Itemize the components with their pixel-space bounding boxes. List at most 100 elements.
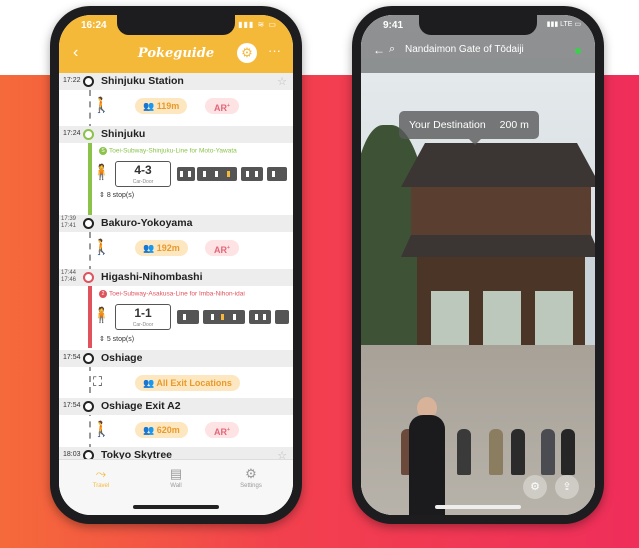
ar-button[interactable]: AR+ (205, 98, 239, 114)
back-arrow-icon[interactable]: ← (373, 43, 385, 57)
arrival-time: 17:39 (61, 216, 77, 222)
walk-icon: 🚶 (92, 97, 111, 114)
board-icon: 🧍 (92, 164, 111, 181)
station-time: 18:03 (63, 451, 81, 458)
phone-right: 9:41 ▮▮▮ LTE ▭ ← ⌕ Nandaimon Gate of Tōd… (352, 6, 604, 524)
station-row[interactable]: 17:44 17:46 Higashi-Nihombashi (59, 269, 293, 286)
tab-settings[interactable]: ⚙ Settings (221, 466, 281, 489)
station-time: 17:54 (63, 402, 81, 409)
station-dot-icon (83, 129, 94, 140)
line-name[interactable]: 2 Toei-Subway-Asakusa-Line for Imba-Nihon… (99, 290, 289, 298)
line-label: Toei-Subway-Asakusa-Line for Imba-Nihon-… (109, 290, 245, 298)
train-car (241, 167, 263, 181)
signal-icon: ▮▮▮ ≋ ▭ (238, 20, 277, 29)
stops-count[interactable]: ⇕ 5 stop(s) (99, 335, 134, 343)
status-time: 9:41 (383, 20, 404, 31)
walk-distance-pill[interactable]: 👥 192m (135, 240, 188, 256)
line-badge-icon: 2 (99, 290, 107, 298)
line-badge-icon: S (99, 147, 107, 155)
walk-distance-pill[interactable]: 👥 119m (135, 98, 188, 114)
station-dot-icon (83, 76, 94, 87)
line-name[interactable]: S Toei-Subway-Shinjuku-Line for Moto-Yawa… (99, 147, 289, 155)
line-label: Toei-Subway-Shinjuku-Line for Moto-Yawat… (109, 147, 237, 155)
exit-locations-label: All Exit Locations (156, 378, 232, 388)
walk-distance: 192m (156, 243, 180, 253)
train-car (275, 310, 289, 324)
person (489, 429, 503, 475)
destination-text: Your Destination (409, 119, 486, 131)
walk-distance-pill[interactable]: 👥 620m (135, 422, 188, 438)
search-icon: ⌕ (389, 43, 396, 55)
stairs-icon: ⛶ (93, 374, 103, 389)
walk-icon: 🚶 (92, 421, 111, 438)
settings-gear-icon[interactable]: ⚙ (237, 43, 257, 63)
station-row[interactable]: 17:39 17:41 Bakuro-Yokoyama (59, 215, 293, 232)
train-diagram (175, 165, 293, 183)
signal-icon: ▮▮▮ LTE ▭ (546, 21, 581, 28)
ar-label: AR (214, 427, 227, 437)
station-row[interactable]: 17:54 Oshiage (59, 350, 293, 367)
route-list: 17:22 Shinjuku Station ☆ 🚶 👥 119m AR+ 17… (59, 73, 293, 464)
station-name: Bakuro-Yokoyama (101, 217, 193, 229)
ar-button[interactable]: AR+ (205, 422, 239, 438)
phone-left: 16:24 ▮▮▮ ≋ ▭ ‹ Pokeguide ⚙ ··· 17:22 Sh… (50, 6, 302, 524)
phone-notch (419, 15, 537, 35)
station-dot-icon (83, 401, 94, 412)
arrival-time: 17:44 (61, 270, 77, 276)
wallet-icon: ▤ (169, 466, 183, 481)
train-car (203, 310, 245, 324)
train-car (197, 167, 237, 181)
station-row[interactable]: 17:24 Shinjuku (59, 126, 293, 143)
person (511, 429, 525, 475)
stops-count[interactable]: ⇕ 8 stop(s) (99, 191, 134, 199)
app-logo: Pokeguide (137, 46, 215, 61)
person (561, 429, 575, 475)
walk-icon: ⤳ (95, 466, 107, 481)
person (541, 429, 555, 475)
station-dot-icon (83, 218, 94, 229)
exit-locations-pill[interactable]: 👥 All Exit Locations (135, 375, 240, 391)
person (409, 415, 445, 515)
car-door-number: 1-1 (134, 306, 152, 320)
more-button[interactable]: ··· (268, 43, 281, 58)
tab-wall[interactable]: ▤ Wall (146, 466, 206, 489)
station-name: Oshiage Exit A2 (101, 400, 181, 412)
walk-connector (89, 365, 91, 393)
departure-time: 17:41 (61, 223, 77, 229)
ar-label: AR (214, 103, 227, 113)
nav-row: ‹ Pokeguide ⚙ ··· (59, 41, 293, 69)
person (457, 429, 471, 475)
station-row[interactable]: 17:22 Shinjuku Station ☆ (59, 73, 293, 90)
status-time: 16:24 (81, 20, 107, 31)
search-title[interactable]: Nandaimon Gate of Tōdaiji (405, 44, 524, 55)
share-icon[interactable]: ⇪ (555, 475, 579, 499)
temple-gate-photo (401, 143, 595, 367)
camera-settings-icon[interactable]: ⚙ (523, 475, 547, 499)
ar-button[interactable]: AR+ (205, 240, 239, 256)
car-door-box[interactable]: 1-1 Car-Door (115, 304, 171, 330)
car-door-caption: Car-Door (132, 179, 154, 185)
car-door-box[interactable]: 4-3 Car-Door (115, 161, 171, 187)
favorite-star-icon[interactable]: ☆ (277, 75, 287, 88)
destination-label: Your Destination 200 m (399, 111, 539, 139)
tab-label: Settings (240, 483, 262, 489)
ar-screen: 9:41 ▮▮▮ LTE ▭ ← ⌕ Nandaimon Gate of Tōd… (361, 15, 595, 515)
tab-label: Travel (92, 483, 110, 489)
destination-distance: 200 m (499, 119, 529, 131)
tab-travel[interactable]: ⤳ Travel (71, 466, 131, 489)
station-time: 17:39 17:41 (61, 216, 76, 230)
departure-time: 17:46 (61, 277, 77, 283)
walk-connector (89, 90, 91, 130)
station-row[interactable]: 17:54 Oshiage Exit A2 (59, 398, 293, 415)
station-name: Higashi-Nihombashi (101, 271, 203, 283)
ar-camera-view (361, 15, 595, 515)
station-time: 17:54 (63, 354, 81, 361)
tab-label: Wall (170, 483, 182, 489)
train-car (177, 310, 199, 324)
train-car (177, 167, 195, 181)
car-door-number: 4-3 (134, 163, 152, 177)
stops-label: 5 stop(s) (106, 336, 135, 343)
live-indicator (575, 48, 581, 54)
home-indicator (435, 505, 521, 509)
route-screen: 16:24 ▮▮▮ ≋ ▭ ‹ Pokeguide ⚙ ··· 17:22 Sh… (59, 15, 293, 515)
